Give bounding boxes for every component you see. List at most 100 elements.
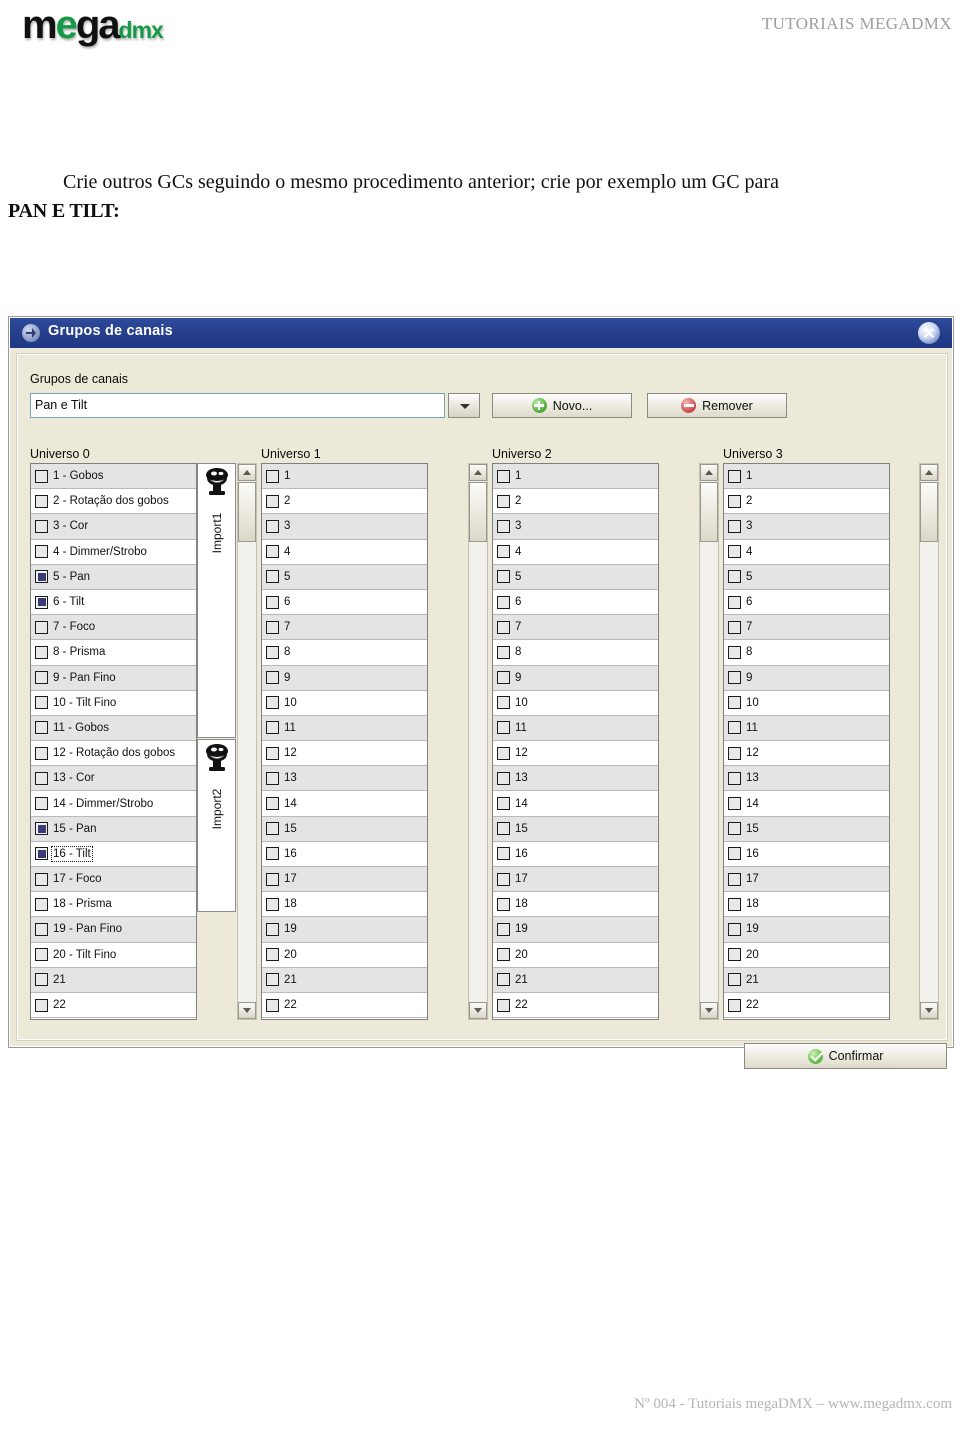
channel-row[interactable]: 22 (493, 992, 658, 1019)
channel-checkbox[interactable] (35, 696, 48, 710)
channel-checkbox[interactable] (35, 746, 48, 760)
scrollbar-thumb[interactable] (700, 482, 718, 542)
channel-row[interactable]: 15 (262, 816, 427, 842)
channel-checkbox[interactable] (728, 545, 741, 559)
channel-list-universo-1[interactable]: 1 2 3 4 5 6 7 8 9 10 11 12 13 14 15 16 17 18 19 20 21 22 (261, 463, 428, 1020)
channel-checkbox[interactable] (35, 469, 48, 483)
channel-checkbox[interactable] (497, 721, 510, 735)
fixture-block-import1[interactable]: Import1 (197, 463, 236, 738)
channel-checkbox[interactable] (728, 494, 741, 508)
channel-row[interactable]: 15 (493, 816, 658, 842)
channel-row[interactable]: 21 (31, 967, 196, 993)
channel-checkbox[interactable] (266, 519, 279, 533)
channel-checkbox[interactable] (266, 872, 279, 886)
channel-checkbox[interactable] (728, 746, 741, 760)
channel-checkbox[interactable] (728, 948, 741, 962)
channel-checkbox[interactable] (728, 671, 741, 685)
scrollbar-universo-2[interactable] (699, 463, 719, 1020)
channel-row[interactable]: 21 (262, 967, 427, 993)
channel-row[interactable]: 9 (724, 665, 889, 691)
channel-row[interactable]: 8 (262, 640, 427, 666)
channel-checkbox[interactable] (497, 620, 510, 634)
channel-row[interactable]: 4 (724, 539, 889, 565)
channel-row[interactable]: 8 - Prisma (31, 640, 196, 666)
channel-checkbox[interactable] (497, 746, 510, 760)
channel-row[interactable]: 3 (262, 514, 427, 540)
channel-checkbox[interactable] (497, 595, 510, 609)
scroll-up-arrow-icon[interactable] (469, 464, 487, 481)
channel-row[interactable]: 17 (493, 867, 658, 893)
channel-checkbox[interactable] (266, 620, 279, 634)
scroll-down-arrow-icon[interactable] (920, 1002, 938, 1019)
channel-checkbox[interactable] (728, 822, 741, 836)
channel-row[interactable]: 2 (724, 489, 889, 515)
scrollbar-thumb[interactable] (920, 482, 938, 542)
channel-row[interactable]: 20 (724, 942, 889, 968)
channel-row[interactable]: 9 (493, 665, 658, 691)
channel-checkbox[interactable] (497, 645, 510, 659)
channel-row[interactable]: 13 (724, 766, 889, 792)
channel-list-universo-3[interactable]: 1 2 3 4 5 6 7 8 9 10 11 12 13 14 15 16 17 18 19 20 21 22 (723, 463, 890, 1020)
channel-row[interactable]: 4 (493, 539, 658, 565)
channel-checkbox[interactable] (266, 973, 279, 987)
channel-row[interactable]: 11 (493, 715, 658, 742)
channel-row[interactable]: 19 - Pan Fino (31, 917, 196, 943)
channel-row[interactable]: 11 (262, 715, 427, 742)
channel-row[interactable]: 16 (493, 841, 658, 867)
channel-checkbox[interactable] (728, 645, 741, 659)
channel-checkbox[interactable] (266, 671, 279, 685)
channel-row[interactable]: 6 (262, 589, 427, 616)
channel-checkbox[interactable] (728, 897, 741, 911)
channel-checkbox[interactable] (266, 570, 279, 584)
channel-checkbox[interactable] (497, 545, 510, 559)
channel-checkbox[interactable] (266, 948, 279, 962)
channel-row[interactable]: 2 - Rotação dos gobos (31, 489, 196, 515)
channel-row[interactable]: 19 (493, 917, 658, 943)
channel-checkbox[interactable] (728, 469, 741, 483)
channel-row[interactable]: 5 (262, 564, 427, 590)
channel-row[interactable]: 1 (724, 464, 889, 490)
channel-row[interactable]: 8 (724, 640, 889, 666)
channel-checkbox[interactable] (35, 494, 48, 508)
channel-row[interactable]: 18 - Prisma (31, 892, 196, 918)
channel-checkbox[interactable] (35, 922, 48, 936)
channel-row[interactable]: 19 (262, 917, 427, 943)
channel-checkbox[interactable] (266, 797, 279, 811)
channel-row[interactable]: 10 - Tilt Fino (31, 690, 196, 716)
channel-checkbox[interactable] (35, 872, 48, 886)
channel-row[interactable]: 6 (493, 589, 658, 616)
channel-checkbox[interactable] (497, 519, 510, 533)
channel-checkbox[interactable] (266, 847, 279, 861)
channel-row[interactable]: 3 - Cor (31, 514, 196, 540)
channel-checkbox[interactable] (728, 872, 741, 886)
channel-row[interactable]: 19 (724, 917, 889, 943)
channel-row[interactable]: 18 (262, 892, 427, 918)
channel-row[interactable]: 20 (493, 942, 658, 968)
channel-checkbox[interactable] (266, 998, 279, 1012)
channel-row[interactable]: 5 (493, 564, 658, 590)
chevron-down-icon[interactable] (448, 393, 480, 418)
channel-row[interactable]: 22 (262, 992, 427, 1019)
channel-checkbox[interactable] (728, 570, 741, 584)
channel-checkbox[interactable] (497, 822, 510, 836)
scrollbar-universo-1[interactable] (468, 463, 488, 1020)
channel-row[interactable]: 22 (724, 992, 889, 1019)
channel-checkbox[interactable] (35, 771, 48, 785)
channel-checkbox[interactable] (728, 973, 741, 987)
channel-checkbox[interactable] (266, 545, 279, 559)
channel-row[interactable]: 6 - Tilt (31, 589, 196, 616)
channel-checkbox[interactable] (266, 696, 279, 710)
channel-row[interactable]: 13 (262, 766, 427, 792)
confirmar-button[interactable]: Confirmar (744, 1043, 947, 1069)
channel-checkbox[interactable] (266, 595, 279, 609)
channel-checkbox[interactable] (497, 570, 510, 584)
channel-row[interactable]: 10 (262, 690, 427, 716)
channel-row[interactable]: 20 - Tilt Fino (31, 942, 196, 968)
channel-row[interactable]: 15 - Pan (31, 816, 196, 842)
channel-row[interactable]: 22 (31, 992, 196, 1019)
scrollbar-universo-0[interactable] (237, 463, 257, 1020)
channel-checkbox[interactable] (266, 822, 279, 836)
scroll-down-arrow-icon[interactable] (700, 1002, 718, 1019)
channel-list-universo-2[interactable]: 1 2 3 4 5 6 7 8 9 10 11 12 13 14 15 16 17 18 19 20 21 22 (492, 463, 659, 1020)
scroll-down-arrow-icon[interactable] (238, 1002, 256, 1019)
